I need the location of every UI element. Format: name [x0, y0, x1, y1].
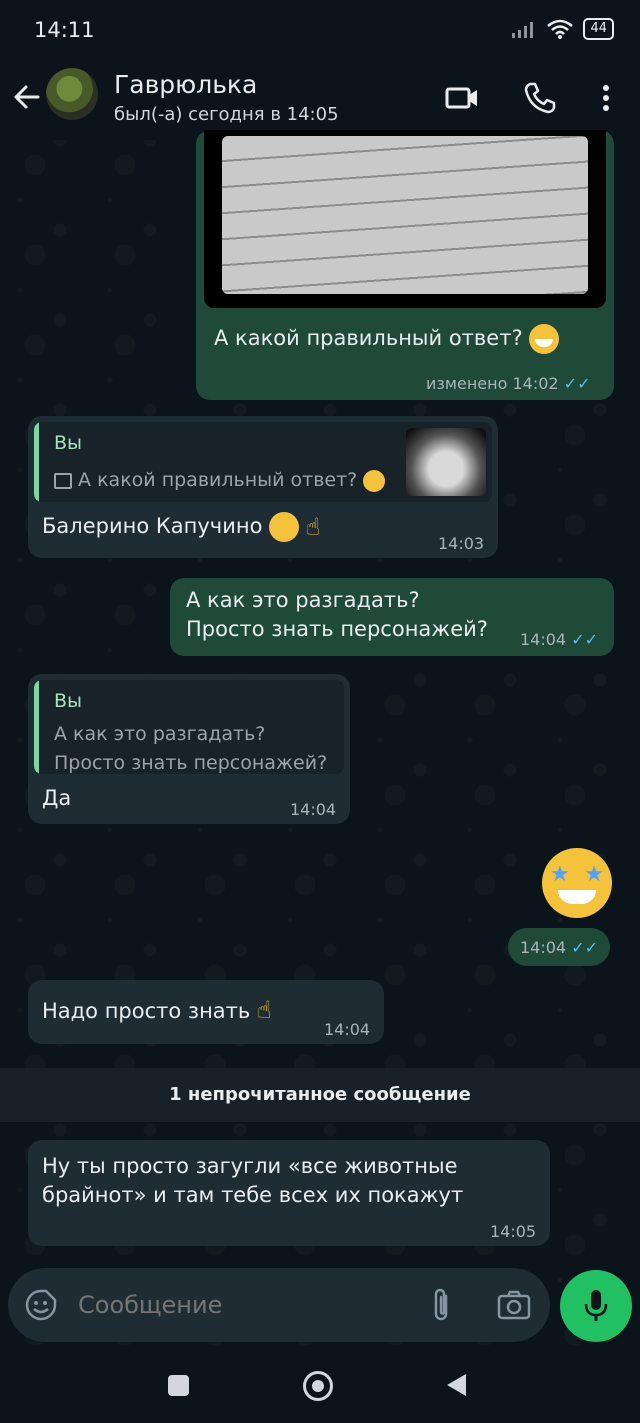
message-in-reply[interactable]: Вы А как это разгадать? Просто знать пер… [28, 674, 350, 824]
quote-accent-bar [34, 680, 39, 774]
image-paper [222, 136, 588, 294]
microphone-icon [584, 1290, 608, 1321]
camera-icon[interactable] [496, 1288, 532, 1322]
grinning-sweat-emoji [363, 469, 386, 492]
contact-name[interactable]: Гаврюлька [114, 70, 257, 99]
sticker-emoji-icon[interactable] [24, 1288, 58, 1322]
read-ticks-icon: ✓✓ [571, 630, 599, 649]
message-out-text[interactable]: А как это разгадать? Просто знать персон… [170, 578, 614, 656]
message-time: 14:05 [490, 1222, 537, 1241]
quoted-message[interactable]: Вы А какой правильный ответ? [34, 422, 492, 502]
edited-label: изменено [426, 374, 508, 393]
read-ticks-icon: ✓✓ [571, 938, 599, 957]
message-text: Балерино Капучино ☝ [42, 512, 321, 542]
video-call-icon[interactable] [444, 80, 480, 116]
message-meta: изменено 14:02 ✓✓ [426, 374, 590, 393]
message-in-text[interactable]: Ну ты просто загугли «все животные брайн… [28, 1140, 550, 1246]
star-struck-emoji[interactable]: ★ ★ [542, 848, 612, 918]
recents-button[interactable] [168, 1375, 189, 1396]
signal-icon [512, 22, 534, 38]
message-text: А как это разгадать? Просто знать персон… [186, 588, 488, 641]
voice-call-icon[interactable] [522, 80, 558, 116]
message-time: 14:02 [512, 374, 559, 393]
message-composer [8, 1268, 550, 1342]
relieved-face-emoji [269, 512, 300, 542]
quote-author: Вы [54, 432, 83, 454]
home-button[interactable] [303, 1371, 333, 1401]
quoted-message[interactable]: Вы А как это разгадать? Просто знать пер… [34, 680, 344, 774]
wifi-icon [547, 19, 574, 39]
contact-avatar[interactable] [46, 68, 98, 120]
quote-text: А как это разгадать? Просто знать персон… [54, 723, 328, 774]
message-out-time-pill: 14:04 ✓✓ [508, 928, 610, 966]
pointing-up-emoji: ☝ [256, 996, 272, 1024]
back-nav-icon[interactable] [444, 1372, 468, 1398]
system-navigation-bar [0, 1350, 640, 1423]
image-small-icon [54, 472, 72, 489]
message-in-reply[interactable]: Вы А какой правильный ответ? Балерино Ка… [28, 416, 498, 558]
image-thumbnail[interactable] [204, 130, 606, 308]
unread-banner: 1 непрочитанное сообщение [0, 1068, 640, 1122]
message-time: 14:04 [520, 630, 567, 649]
message-meta: 14:04 ✓✓ [520, 630, 598, 649]
unread-banner-text: 1 непрочитанное сообщение [169, 1084, 471, 1105]
quote-accent-bar [34, 422, 39, 502]
message-time: 14:04 [290, 800, 337, 819]
message-time: 14:03 [438, 534, 485, 553]
message-time: 14:04 [324, 1020, 371, 1039]
chat-header: Гаврюлька был(-а) сегодня в 14:05 [0, 60, 640, 140]
last-seen-status[interactable]: был(-а) сегодня в 14:05 [114, 104, 339, 125]
quote-text: А какой правильный ответ? [54, 466, 386, 495]
battery-indicator: 44 [583, 18, 614, 40]
message-meta: 14:04 ✓✓ [520, 938, 598, 957]
status-bar: 14:11 44 [0, 0, 640, 60]
message-in-text[interactable]: Надо просто знать ☝ 14:04 [28, 980, 384, 1044]
message-text: Ну ты просто загугли «все животные брайн… [42, 1154, 464, 1207]
status-icons: 44 [511, 18, 614, 40]
pointing-up-emoji: ☝ [305, 512, 321, 541]
message-text: Надо просто знать ☝ [42, 996, 272, 1024]
message-input[interactable] [76, 1290, 400, 1320]
read-ticks-icon: ✓✓ [563, 374, 591, 393]
message-text: А какой правильный ответ? [214, 324, 560, 354]
quote-author: Вы [54, 690, 83, 712]
status-time: 14:11 [34, 18, 95, 42]
attach-icon[interactable] [426, 1286, 456, 1324]
more-options-icon[interactable] [588, 80, 624, 116]
voice-message-button[interactable] [560, 1270, 632, 1342]
back-arrow-icon[interactable] [10, 80, 44, 114]
message-text: Да [42, 786, 72, 810]
message-time: 14:04 [520, 938, 567, 957]
quote-thumbnail [406, 428, 486, 496]
message-out-image[interactable]: А какой правильный ответ? изменено 14:02… [196, 130, 614, 400]
grinning-sweat-emoji [529, 324, 560, 354]
